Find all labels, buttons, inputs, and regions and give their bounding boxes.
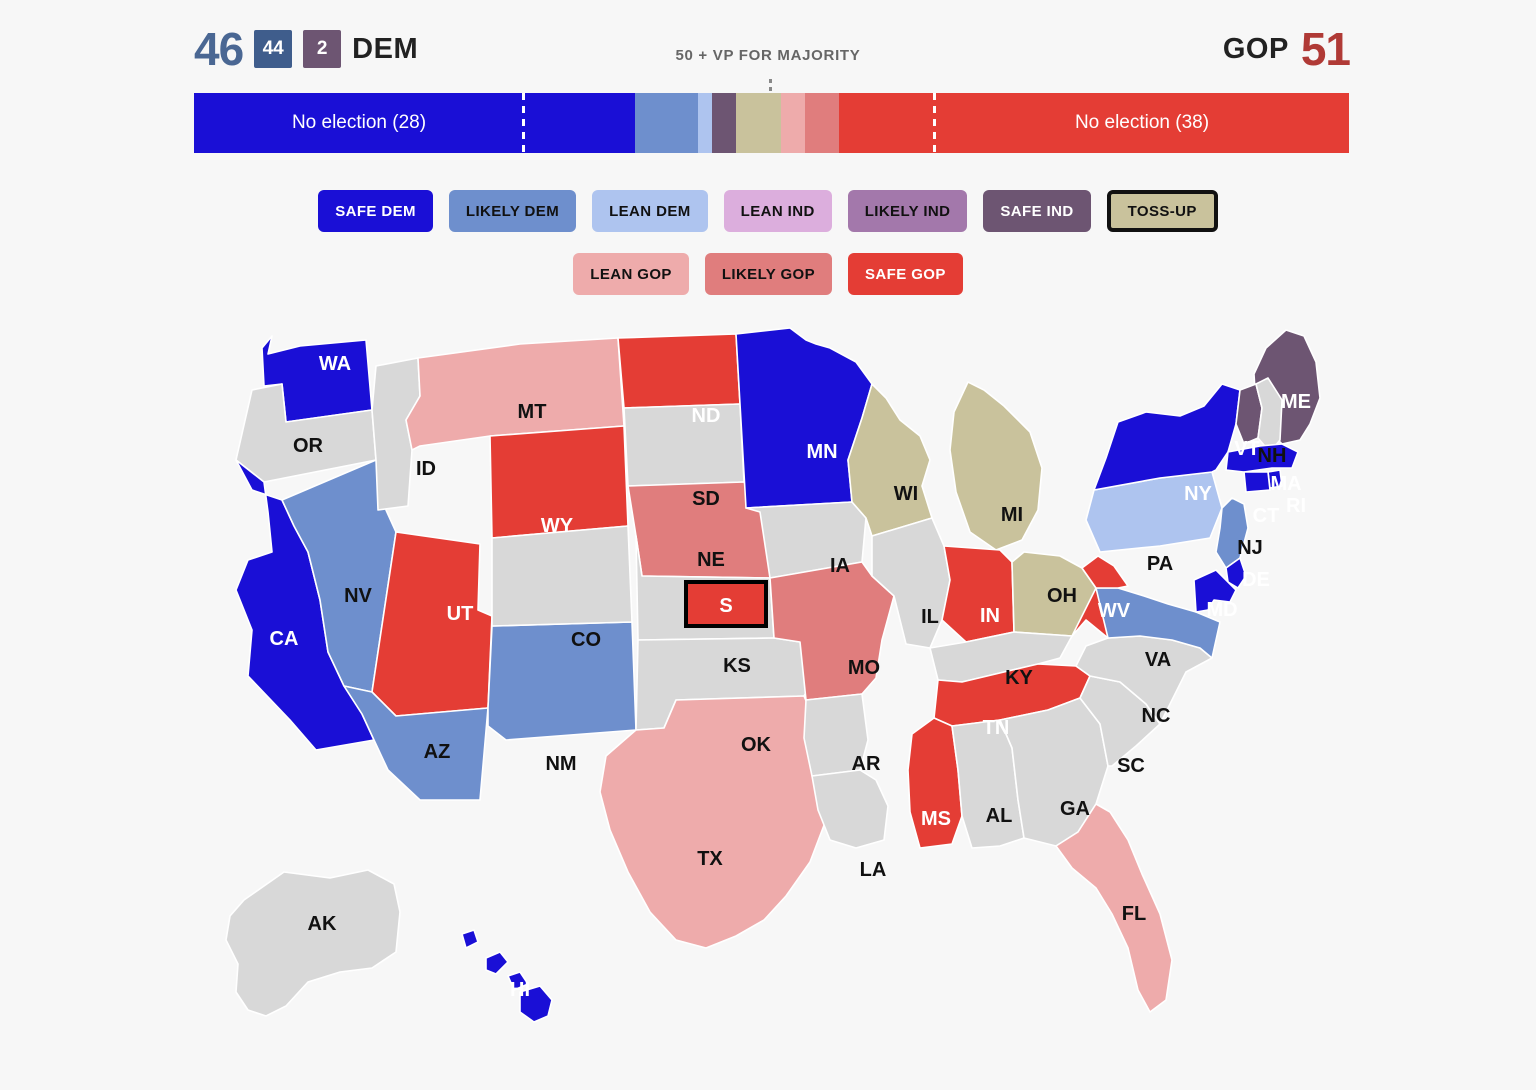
- map-state-fl[interactable]: [1055, 803, 1173, 1013]
- legend-chip-label: LIKELY DEM: [465, 202, 560, 220]
- dem-no-election-divider: [522, 93, 525, 153]
- seatbar-segment-safe-gop: No election (38): [839, 93, 1349, 153]
- senate-seat-bar: No election (28) No election (38): [194, 93, 1349, 153]
- map-state-hi[interactable]: [461, 929, 553, 1023]
- gop-no-election-label: No election (38): [1074, 112, 1210, 133]
- legend-chip-lean-gop[interactable]: LEAN GOP: [573, 253, 689, 295]
- map-state-nd[interactable]: [617, 333, 741, 409]
- dem-no-election-label: No election (28): [291, 112, 427, 133]
- map-state-nm[interactable]: [487, 621, 637, 741]
- gop-party-label: GOP: [1222, 32, 1289, 65]
- legend-chip-safe-gop[interactable]: SAFE GOP: [848, 253, 963, 295]
- legend-chip-lean-ind[interactable]: LEAN IND: [723, 190, 832, 232]
- map-state-co[interactable]: [491, 525, 633, 627]
- legend-chip-label: LIKELY IND: [864, 202, 951, 220]
- map-state-ct[interactable]: [1243, 471, 1271, 493]
- seatbar-segment-likely-gop: [805, 93, 839, 153]
- map-state-ma[interactable]: [1225, 443, 1299, 473]
- legend-chip-label: LEAN IND: [740, 202, 815, 220]
- us-senate-map: WA OR CA NV ID MT WY UT AZ NM CO ND SD NE KS OK TX MN IA MO…: [0, 300, 1536, 1060]
- legend-chip-lean-dem[interactable]: LEAN DEM: [592, 190, 708, 232]
- seatbar-segment-likely-dem: [635, 93, 698, 153]
- rating-legend: SAFE DEM LIKELY DEM LEAN DEM LEAN IND LIKELY…: [0, 190, 1536, 295]
- legend-chip-label: LEAN GOP: [590, 265, 672, 283]
- map-state-label-pa: PA: [1147, 553, 1173, 575]
- legend-chip-safe-dem[interactable]: SAFE DEM: [318, 190, 433, 232]
- legend-chip-likely-gop[interactable]: LIKELY GOP: [704, 253, 833, 295]
- map-state-label-la: LA: [860, 859, 887, 881]
- map-state-label-id: ID: [416, 458, 436, 480]
- majority-tick-marker: [769, 79, 772, 93]
- map-state-in[interactable]: [941, 545, 1015, 643]
- map-state-ny[interactable]: [1093, 383, 1241, 491]
- legend-chip-toss-up[interactable]: TOSS-UP: [1106, 190, 1218, 232]
- map-state-ak[interactable]: [225, 869, 401, 1017]
- map-state-sd[interactable]: [623, 403, 745, 487]
- map-state-la[interactable]: [811, 769, 889, 849]
- map-state-label-nm: NM: [545, 753, 576, 775]
- gop-score-group: GOP 51: [1222, 23, 1351, 75]
- map-state-mi[interactable]: [949, 381, 1043, 551]
- seatbar-segment-safe-ind: [712, 93, 736, 153]
- map-state-wy[interactable]: [489, 425, 629, 539]
- legend-chip-likely-ind[interactable]: LIKELY IND: [847, 190, 968, 232]
- map-state-label-ri: RI: [1286, 495, 1306, 517]
- legend-row-gop: LEAN GOP LIKELY GOP SAFE GOP: [0, 253, 1536, 295]
- legend-row-dem-ind: SAFE DEM LIKELY DEM LEAN DEM LEAN IND LIKELY…: [0, 190, 1536, 232]
- gop-no-election-divider: [933, 93, 936, 153]
- scoreboard-header: 46 44 2 DEM 50 + VP FOR MAJORITY GOP 51: [0, 0, 1536, 86]
- legend-chip-label: SAFE GOP: [865, 265, 946, 283]
- map-state-ar[interactable]: [803, 693, 869, 777]
- legend-chip-label: SAFE IND: [1000, 202, 1074, 220]
- legend-chip-label: LEAN DEM: [609, 202, 691, 220]
- gop-total-seats: 51: [1300, 23, 1351, 75]
- special-election-box-ne[interactable]: [684, 580, 768, 628]
- legend-chip-label: SAFE DEM: [335, 202, 416, 220]
- legend-chip-label: TOSS-UP: [1127, 202, 1197, 220]
- legend-chip-label: LIKELY GOP: [721, 265, 816, 283]
- legend-chip-safe-ind[interactable]: SAFE IND: [983, 190, 1091, 232]
- map-state-tx[interactable]: [599, 695, 831, 949]
- seatbar-segment-safe-dem: No election (28): [194, 93, 635, 153]
- seatbar-segment-lean-dem: [698, 93, 712, 153]
- seatbar-segment-lean-gop: [781, 93, 805, 153]
- map-state-label-ct: CT: [1253, 505, 1280, 527]
- map-state-label-de: DE: [1242, 569, 1270, 591]
- legend-chip-likely-dem[interactable]: LIKELY DEM: [448, 190, 577, 232]
- seatbar-segment-tossup: [736, 93, 781, 153]
